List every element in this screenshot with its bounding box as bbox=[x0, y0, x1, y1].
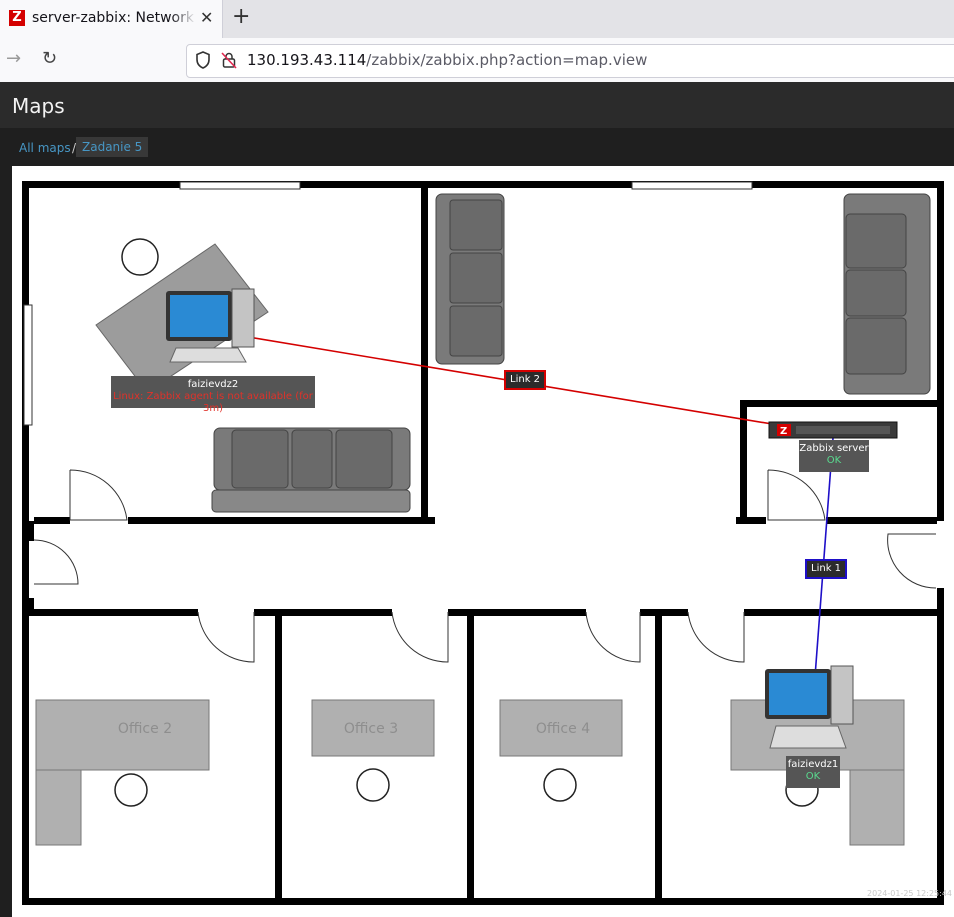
workstation-icon[interactable] bbox=[765, 665, 854, 749]
server-rack-icon[interactable]: Z bbox=[768, 421, 898, 439]
map-timestamp: 2024-01-25 12:25:44 bbox=[867, 889, 952, 898]
office-label: Office 2 bbox=[117, 721, 173, 737]
address-bar[interactable]: 130.193.43.114/zabbix/zabbix.php?action=… bbox=[186, 44, 954, 78]
host-label-faizievdz1[interactable]: faizievdz1 OK bbox=[786, 759, 840, 783]
problem-text: Linux: Zabbix agent is not available (fo… bbox=[113, 391, 313, 414]
browser-tab[interactable]: Z server-zabbix: Network maps ✕ bbox=[0, 0, 223, 38]
zabbix-favicon-icon: Z bbox=[9, 10, 25, 26]
browser-nav-bar: → ↻ 130.193.43.114/zabbix/zabbix.php?act… bbox=[0, 38, 954, 83]
new-tab-icon[interactable]: + bbox=[232, 4, 250, 29]
network-map: Z Office 2 Office 3 Office 4 faizievdz2 … bbox=[12, 166, 954, 917]
forward-arrow-icon[interactable]: → bbox=[6, 48, 21, 69]
host-name: faizievdz1 bbox=[787, 759, 839, 770]
status-ok-text: OK bbox=[826, 455, 842, 466]
link-2-label[interactable]: Link 2 bbox=[504, 370, 547, 390]
tab-title: server-zabbix: Network maps bbox=[32, 10, 196, 26]
host-name: faizievdz2 bbox=[187, 379, 239, 390]
page-header: Maps bbox=[0, 82, 954, 128]
floor-plan: Z bbox=[22, 181, 944, 905]
browser-tab-bar: Z server-zabbix: Network maps ✕ + bbox=[0, 0, 954, 38]
breadcrumb: All maps / Zadanie 5 bbox=[0, 128, 954, 166]
breadcrumb-all-maps-link[interactable]: All maps bbox=[19, 141, 71, 155]
host-label-zabbix-server[interactable]: Zabbix server OK bbox=[799, 443, 869, 467]
url-text[interactable]: 130.193.43.114/zabbix/zabbix.php?action=… bbox=[247, 51, 647, 69]
reload-icon[interactable]: ↻ bbox=[42, 48, 57, 69]
shield-icon[interactable] bbox=[195, 51, 211, 69]
workstation-icon[interactable] bbox=[166, 288, 255, 363]
office-label: Office 3 bbox=[343, 721, 399, 737]
close-tab-icon[interactable]: ✕ bbox=[200, 8, 213, 27]
breadcrumb-current-map[interactable]: Zadanie 5 bbox=[76, 137, 149, 157]
host-name: Zabbix server bbox=[799, 443, 869, 454]
insecure-lock-icon[interactable] bbox=[221, 51, 237, 69]
page-title: Maps bbox=[12, 94, 65, 118]
svg-text:Z: Z bbox=[780, 426, 787, 437]
url-host: 130.193.43.114 bbox=[247, 51, 367, 69]
host-label-faizievdz2[interactable]: faizievdz2 Linux: Zabbix agent is not av… bbox=[111, 379, 315, 415]
status-ok-text: OK bbox=[805, 771, 821, 782]
url-path: /zabbix/zabbix.php?action=map.view bbox=[366, 51, 648, 69]
office-label: Office 4 bbox=[535, 721, 591, 737]
link-1-label[interactable]: Link 1 bbox=[805, 559, 848, 579]
door-swings bbox=[33, 469, 937, 663]
